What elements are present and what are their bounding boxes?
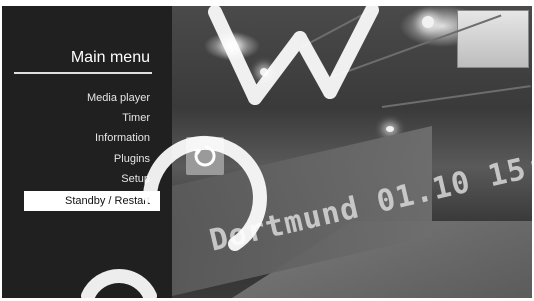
menu-item-media-player[interactable]: Media player xyxy=(87,88,150,108)
stadium-light xyxy=(227,41,237,51)
menu-item-plugins[interactable]: Plugins xyxy=(114,149,150,169)
stadium-light xyxy=(260,68,268,76)
tv-screen: Dortmund 01.10 15:00 Main menu Media pla… xyxy=(2,6,532,298)
menu-item-setup[interactable]: Setup xyxy=(121,169,150,189)
menu-item-standby-restart[interactable]: Standby / Restart xyxy=(24,191,160,211)
menu-title: Main menu xyxy=(70,49,150,66)
menu-item-timer[interactable]: Timer xyxy=(122,108,150,128)
stadium-light xyxy=(422,16,434,28)
stadium-light xyxy=(386,126,394,132)
restart-icon xyxy=(186,137,224,175)
main-menu-panel: Main menu Media player Timer Information… xyxy=(2,6,172,298)
menu-divider xyxy=(14,72,152,74)
menu-item-information[interactable]: Information xyxy=(95,128,150,148)
